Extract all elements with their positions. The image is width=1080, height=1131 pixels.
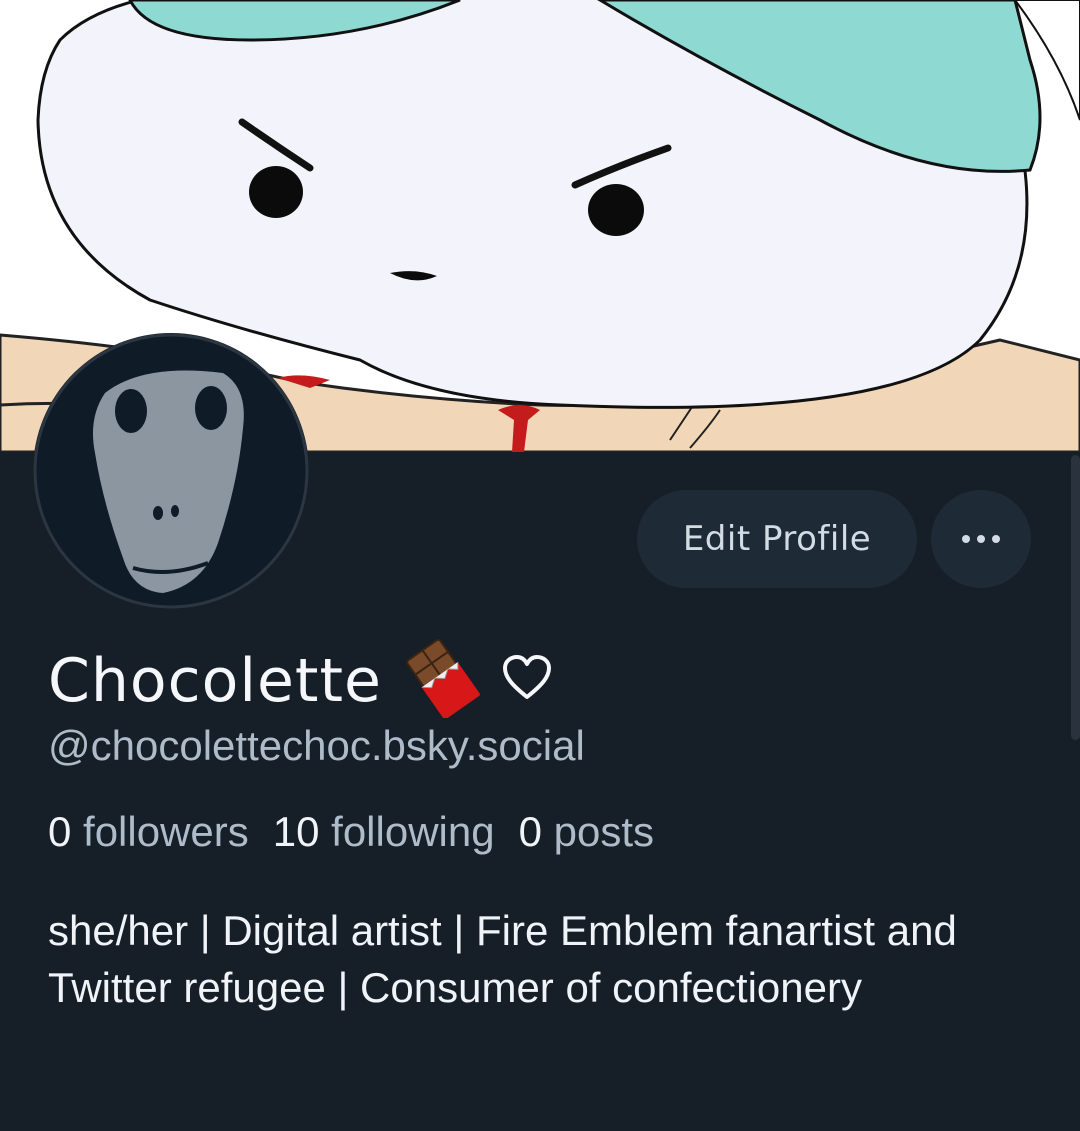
profile-page: Edit Profile Chocolette @chocolettechoc.… [0,0,1080,1131]
profile-handle: @chocolettechoc.bsky.social [48,722,585,769]
ellipsis-icon [962,535,1000,543]
followers-count: 0 [48,808,72,855]
display-name-row: Chocolette [48,638,552,723]
edit-profile-label: Edit Profile [682,519,872,559]
followers-label: followers [83,808,249,855]
profile-stats: 0 followers 10 following 0 posts [48,808,654,856]
posts-stat: 0 posts [519,808,654,856]
edit-profile-button[interactable]: Edit Profile [637,490,917,588]
more-options-button[interactable] [931,490,1031,588]
heart-outline-icon [502,655,552,706]
following-stat[interactable]: 10 following [273,808,495,856]
avatar-image [33,333,309,609]
posts-label: posts [553,808,655,855]
profile-bio: she/her | Digital artist | Fire Emblem f… [48,907,957,1011]
display-name: Chocolette [48,645,382,716]
posts-count: 0 [518,808,542,855]
followers-stat[interactable]: 0 followers [48,808,249,856]
profile-avatar[interactable] [33,333,309,609]
following-count: 10 [272,808,320,855]
chocolate-bar-icon [404,638,480,723]
following-label: following [331,808,495,855]
scrollbar[interactable] [1071,455,1080,740]
